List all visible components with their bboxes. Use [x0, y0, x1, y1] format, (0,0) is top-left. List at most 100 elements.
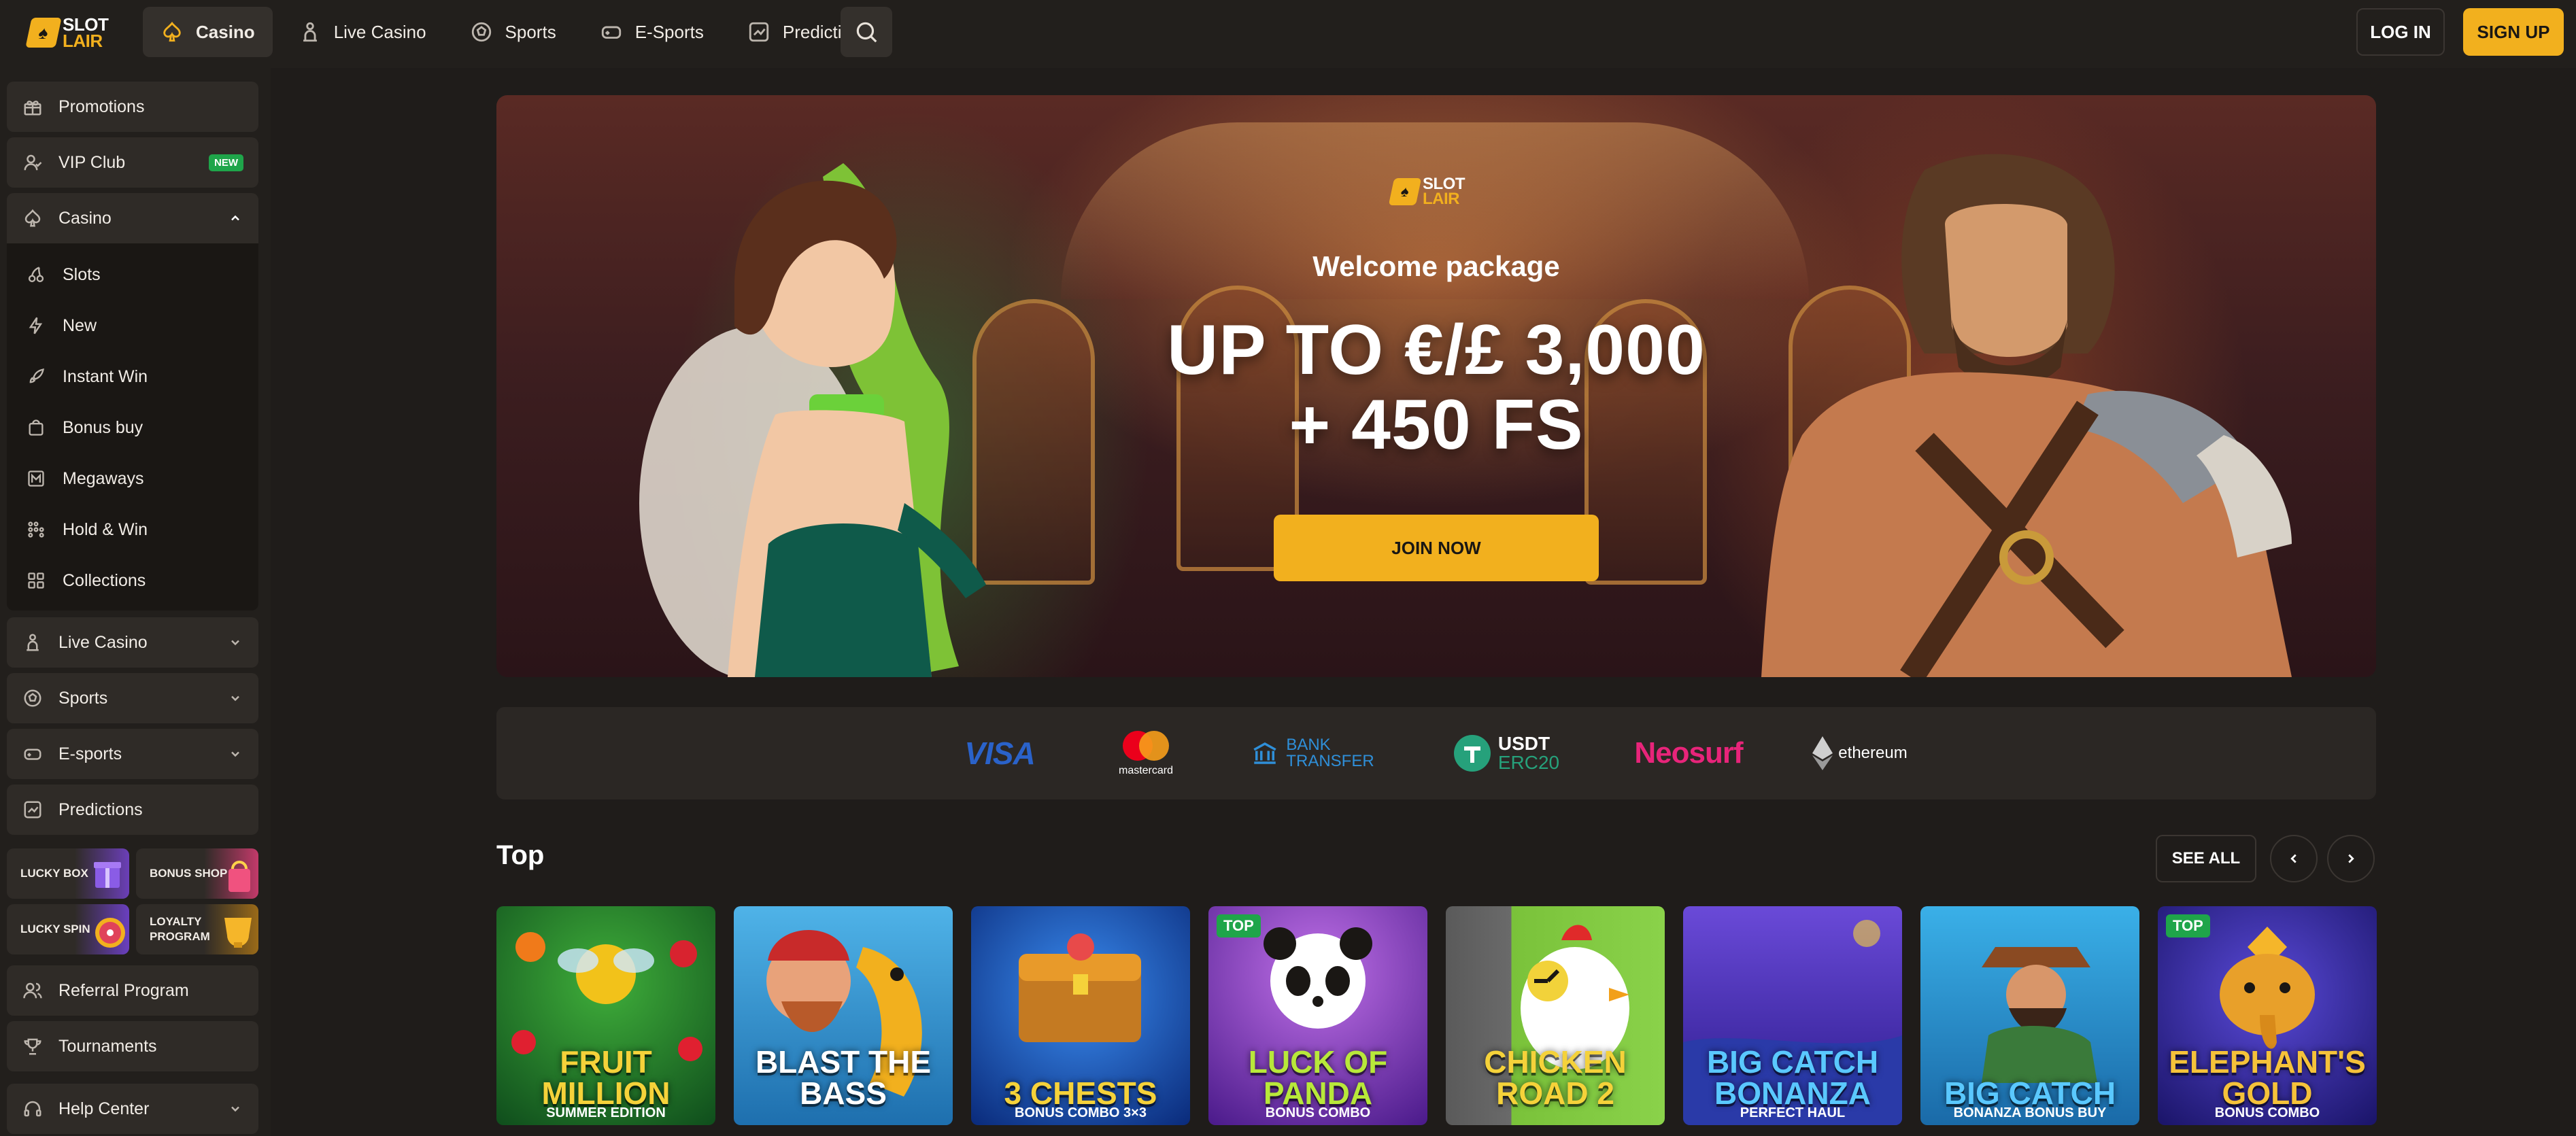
game-card[interactable]: BLAST THE BASS: [734, 906, 953, 1125]
sidebar-item-help-center[interactable]: Help Center: [7, 1084, 258, 1134]
game-subtitle: SUMMER EDITION: [546, 1105, 666, 1120]
nav-casino[interactable]: Casino: [143, 7, 273, 57]
sidebar-item-casino[interactable]: Casino: [7, 193, 258, 243]
chevron-down-icon: [227, 634, 243, 651]
ethereum-logo: ethereum: [1809, 707, 1911, 799]
game-card[interactable]: CHICKEN ROAD 2: [1446, 906, 1665, 1125]
game-subtitle: PERFECT HAUL: [1740, 1105, 1846, 1120]
game-subtitle: BONANZA BONUS BUY: [1953, 1105, 2107, 1120]
game-subtitle: BONUS COMBO: [2214, 1105, 2320, 1120]
game-subtitle: BONUS COMBO 3×3: [1015, 1105, 1147, 1120]
sidebar-item-tournaments[interactable]: Tournaments: [7, 1021, 258, 1071]
sidebar-subitem-label: Collections: [63, 570, 146, 590]
game-card[interactable]: TOP ELEPHANT'S GOLD BONUS COMBO: [2158, 906, 2377, 1125]
dealer-icon: [299, 20, 322, 44]
bank-transfer-line2: TRANSFER: [1286, 752, 1374, 770]
game-card[interactable]: TOP LUCK OF PANDA BONUS COMBO: [1208, 906, 1427, 1125]
sidebar-item-promotions[interactable]: Promotions: [7, 82, 258, 132]
sidebar-subitem-bonus-buy[interactable]: Bonus buy: [26, 407, 250, 448]
sidebar-subitem-megaways[interactable]: Megaways: [26, 458, 250, 499]
sidebar-subitem-new[interactable]: New: [26, 305, 250, 346]
join-now-button[interactable]: JOIN NOW: [1274, 515, 1599, 581]
sidebar-item-referral-program[interactable]: Referral Program: [7, 965, 258, 1016]
bank-icon: [1253, 742, 1276, 764]
sidebar-item-vip-club[interactable]: VIP Club NEW: [7, 137, 258, 188]
dots-grid-icon: [26, 519, 46, 540]
see-all-button[interactable]: SEE ALL: [2156, 835, 2256, 882]
sidebar-item-sports[interactable]: Sports: [7, 673, 258, 723]
neosurf-logo: Neosurf: [1631, 707, 1746, 799]
ethereum-logo-text: ethereum: [1838, 744, 1908, 762]
search-icon: [856, 22, 877, 43]
game-title: ELEPHANT'S GOLD: [2169, 1044, 2366, 1111]
sidebar-subitem-label: Hold & Win: [63, 519, 148, 539]
payment-methods-strip: VISA mastercard BANK TRANSFER USDT ERC20…: [496, 707, 2376, 799]
sidebar-subitem-label: Bonus buy: [63, 417, 143, 437]
nav-casino-label: Casino: [196, 21, 255, 42]
banner-title: Welcome package: [1312, 250, 1560, 282]
bonus-shop-label: BONUS SHOP: [150, 867, 228, 880]
sidebar-subitem-collections[interactable]: Collections: [26, 560, 250, 601]
banner-logo: ♠ SLOT LAIR: [1388, 171, 1484, 212]
bonus-shop-tile[interactable]: BONUS SHOP: [136, 848, 258, 899]
carousel-prev-button[interactable]: [2270, 835, 2318, 882]
game-card[interactable]: FRUIT MILLION SUMMER EDITION: [496, 906, 715, 1125]
banner-logo-line2: LAIR: [1423, 190, 1460, 208]
sidebar-subitem-label: Slots: [63, 264, 101, 284]
collections-icon: [26, 570, 46, 591]
chevron-up-icon: [227, 210, 243, 226]
lucky-spin-label: LUCKY SPIN: [20, 923, 90, 935]
nav-esports-label: E-Sports: [634, 21, 704, 42]
spade-icon: [22, 207, 44, 229]
nav-sports[interactable]: Sports: [452, 7, 574, 57]
game-title: BIG CATCH: [1944, 1075, 2116, 1111]
loyalty-program-label: LOYALTY PROGRAM: [150, 915, 210, 943]
signup-button[interactable]: SIGN UP: [2463, 8, 2564, 56]
logo-text-line2: LAIR: [63, 31, 103, 51]
chart-icon: [747, 20, 770, 44]
sidebar-subitem-label: Instant Win: [63, 366, 148, 386]
rocket-icon: [26, 366, 46, 387]
lucky-spin-tile[interactable]: LUCKY SPIN: [7, 904, 129, 954]
game-title: 3 CHESTS: [1004, 1075, 1157, 1111]
tether-icon: [1453, 735, 1491, 772]
sidebar-subitem-instant-win[interactable]: Instant Win: [26, 356, 250, 397]
nav-esports[interactable]: E-Sports: [582, 7, 722, 57]
search-button[interactable]: [841, 7, 892, 57]
game-title: LUCK OF PANDA: [1248, 1044, 1388, 1111]
lightning-icon: [26, 315, 46, 336]
cherries-icon: [26, 264, 46, 285]
welcome-banner[interactable]: ♠ SLOT LAIR Welcome package UP TO €/£ 3,…: [496, 95, 2376, 677]
sidebar-item-esports[interactable]: E-sports: [7, 729, 258, 779]
main-nav: Casino Live Casino Sports E-Sports Predi…: [143, 7, 887, 57]
carousel-next-button[interactable]: [2327, 835, 2375, 882]
loyalty-program-tile[interactable]: LOYALTY PROGRAM: [136, 904, 258, 954]
gamepad-icon: [22, 743, 44, 765]
nav-live-casino-label: Live Casino: [333, 21, 426, 42]
sidebar-item-predictions[interactable]: Predictions: [7, 785, 258, 835]
sidebar-subitem-slots[interactable]: Slots: [26, 254, 250, 295]
banner-headline-line1: UP TO €/£ 3,000: [1167, 311, 1706, 390]
game-card[interactable]: BIG CATCH BONANZA PERFECT HAUL: [1683, 906, 1902, 1125]
sidebar-item-live-casino[interactable]: Live Casino: [7, 617, 258, 668]
nav-live-casino[interactable]: Live Casino: [281, 7, 444, 57]
lucky-box-label: LUCKY BOX: [20, 867, 88, 880]
game-card[interactable]: 3 CHESTS BONUS COMBO 3×3: [971, 906, 1190, 1125]
game-card[interactable]: BIG CATCH BONANZA BONUS BUY: [1920, 906, 2139, 1125]
chevron-down-icon: [227, 690, 243, 706]
usdt-erc20-logo: USDT ERC20: [1445, 707, 1567, 799]
shopping-bag-icon: [26, 417, 46, 438]
sidebar-item-tournaments-label: Tournaments: [58, 1036, 157, 1056]
login-button[interactable]: LOG IN: [2356, 8, 2445, 56]
gift-icon: [22, 96, 44, 118]
neosurf-logo-text: Neosurf: [1634, 736, 1743, 770]
lucky-box-tile[interactable]: LUCKY BOX: [7, 848, 129, 899]
usdt-line1: USDT: [1497, 733, 1550, 754]
visa-logo-text: VISA: [964, 736, 1035, 771]
site-logo[interactable]: ♠ SLOT LAIR: [25, 12, 118, 53]
sidebar-item-live-casino-label: Live Casino: [58, 632, 148, 652]
ethereum-icon: [1812, 736, 1833, 770]
top-badge: TOP: [1217, 914, 1261, 937]
sidebar-subitem-hold-win[interactable]: Hold & Win: [26, 509, 250, 550]
game-title: FRUIT MILLION: [541, 1044, 671, 1111]
